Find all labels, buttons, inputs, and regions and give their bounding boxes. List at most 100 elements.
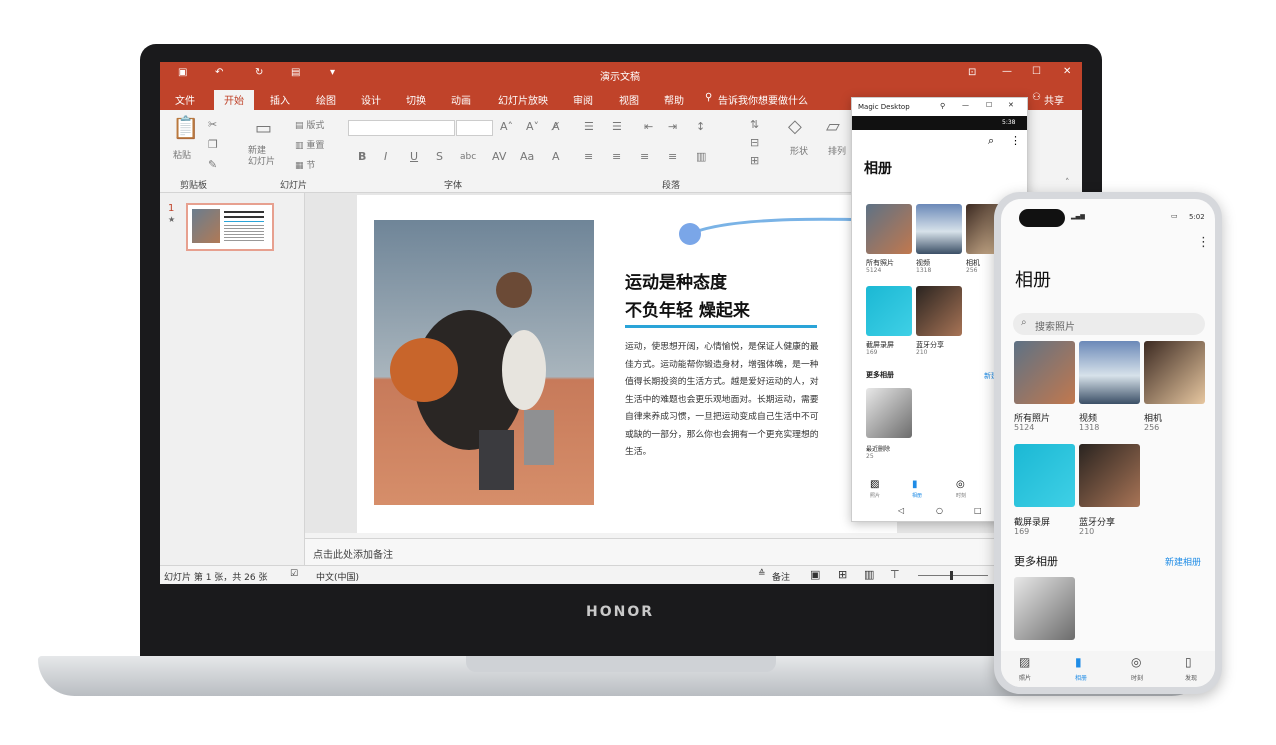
phone-nav-albums[interactable]: 相册 (1075, 673, 1087, 682)
minimize-icon[interactable]: — (1002, 66, 1012, 77)
tab-slideshow[interactable]: 幻灯片放映 (498, 92, 548, 107)
decrease-indent-icon[interactable]: ⇤ (644, 120, 653, 133)
language-status[interactable]: 中文(中国) (316, 570, 359, 583)
notes-toggle[interactable]: 备注 (772, 570, 790, 583)
magic-minimize-icon[interactable]: — (962, 101, 969, 109)
italic-icon[interactable]: I (384, 150, 387, 163)
paste-icon[interactable]: 📋 (172, 116, 199, 141)
font-name-select[interactable] (348, 120, 455, 136)
spellcheck-icon[interactable]: ☑ (290, 569, 298, 579)
close-icon[interactable]: ✕ (1063, 66, 1071, 77)
copy-icon[interactable]: ❐ (208, 138, 218, 151)
tab-draw[interactable]: 绘图 (316, 92, 336, 107)
section-button[interactable]: ▦ 节 (295, 158, 315, 171)
tab-design[interactable]: 设计 (361, 92, 381, 107)
tab-review[interactable]: 审阅 (573, 92, 593, 107)
tab-file[interactable]: 文件 (175, 92, 195, 107)
magic-album-all[interactable] (866, 204, 912, 254)
collapse-ribbon-icon[interactable]: ˄ (1065, 178, 1070, 188)
phone-moments-icon[interactable]: ◎ (1131, 655, 1141, 669)
albums-icon[interactable]: ▮ (912, 479, 918, 490)
tab-transitions[interactable]: 切换 (406, 92, 426, 107)
maximize-icon[interactable]: ☐ (1032, 66, 1041, 77)
share-button[interactable]: 共享 (1044, 92, 1064, 107)
grow-font-icon[interactable]: A˄ (500, 120, 513, 133)
phone-nav-discover[interactable]: 发现 (1185, 673, 1197, 682)
slideshow-view-icon[interactable]: ⊤ (890, 568, 900, 581)
line-spacing-icon[interactable]: ↕ (696, 120, 705, 133)
strikethrough-icon[interactable]: abc (460, 152, 476, 162)
bold-icon[interactable]: B (358, 150, 366, 163)
align-center-icon[interactable]: ≡ (612, 150, 621, 163)
magic-more-icon[interactable]: ⋮ (1010, 134, 1021, 147)
magic-album-video[interactable] (916, 204, 962, 254)
notes-pane[interactable]: 点击此处添加备注 (305, 538, 1082, 566)
tab-help[interactable]: 帮助 (664, 92, 684, 107)
redo-icon[interactable]: ↻ (255, 67, 263, 78)
char-spacing-icon[interactable]: AV (492, 150, 506, 163)
font-size-select[interactable] (456, 120, 493, 136)
photos-icon[interactable]: ▨ (870, 479, 879, 490)
magic-nav-moments[interactable]: 时刻 (956, 492, 966, 499)
reset-button[interactable]: ▥ 重置 (295, 138, 324, 151)
format-painter-icon[interactable]: ✎ (208, 158, 217, 171)
smartart-icon[interactable]: ⊞ (750, 154, 759, 167)
moments-icon[interactable]: ◎ (956, 479, 965, 490)
notes-icon[interactable]: ≙ (758, 569, 766, 579)
ribbon-display-icon[interactable]: ⊡ (968, 67, 976, 78)
magic-nav-photos[interactable]: 照片 (870, 492, 880, 499)
phone-album-all[interactable] (1014, 341, 1075, 404)
numbering-icon[interactable]: ☰ (612, 120, 622, 133)
phone-nav-photos[interactable]: 照片 (1019, 673, 1031, 682)
align-right-icon[interactable]: ≡ (640, 150, 649, 163)
increase-indent-icon[interactable]: ⇥ (668, 120, 677, 133)
magic-maximize-icon[interactable]: ☐ (986, 101, 992, 109)
layout-button[interactable]: ▤ 版式 (295, 118, 324, 131)
phone-album-camera[interactable] (1144, 341, 1205, 404)
tab-insert[interactable]: 插入 (270, 92, 290, 107)
back-icon[interactable]: ◁ (898, 506, 904, 515)
font-color-icon[interactable]: A (552, 150, 560, 163)
magic-album-screenshots[interactable] (866, 286, 912, 336)
shrink-font-icon[interactable]: A˅ (526, 120, 539, 133)
clear-format-icon[interactable]: A̸ (552, 120, 560, 133)
justify-icon[interactable]: ≡ (668, 150, 677, 163)
tab-animations[interactable]: 动画 (451, 92, 471, 107)
phone-discover-icon[interactable]: ▯ (1185, 655, 1192, 669)
zoom-slider[interactable] (918, 575, 988, 576)
magic-album-deleted[interactable] (866, 388, 912, 438)
tab-view[interactable]: 视图 (619, 92, 639, 107)
bullets-icon[interactable]: ☰ (584, 120, 594, 133)
customize-icon[interactable]: ▾ (330, 67, 335, 78)
pin-icon[interactable]: ⚲ (940, 102, 945, 110)
magic-album-bluetooth[interactable] (916, 286, 962, 336)
share-icon[interactable]: ⚇ (1032, 92, 1041, 103)
phone-new-album-button[interactable]: 新建相册 (1165, 555, 1201, 568)
shapes-icon[interactable]: ◇ (788, 116, 802, 137)
phone-album-screenshots[interactable] (1014, 444, 1075, 507)
home-icon[interactable]: ○ (936, 506, 943, 515)
phone-album-video[interactable] (1079, 341, 1140, 404)
save-icon[interactable]: ▣ (178, 67, 187, 78)
phone-nav-moments[interactable]: 时刻 (1131, 673, 1143, 682)
phone-album-bluetooth[interactable] (1079, 444, 1140, 507)
underline-icon[interactable]: U (410, 150, 418, 163)
phone-albums-icon[interactable]: ▮ (1075, 655, 1082, 669)
reading-view-icon[interactable]: ▥ (864, 568, 874, 581)
recents-icon[interactable]: □ (974, 506, 982, 515)
phone-more-icon[interactable]: ⋮ (1197, 235, 1210, 250)
magic-nav-albums[interactable]: 相册 (912, 492, 922, 499)
zoom-slider-thumb[interactable] (950, 571, 953, 580)
cut-icon[interactable]: ✂ (208, 118, 217, 131)
align-left-icon[interactable]: ≡ (584, 150, 593, 163)
magic-search-icon[interactable]: ⌕ (988, 134, 994, 148)
normal-view-icon[interactable]: ▣ (810, 568, 820, 581)
shadow-icon[interactable]: S (436, 150, 443, 163)
present-icon[interactable]: ▤ (291, 67, 300, 78)
align-text-icon[interactable]: ⊟ (750, 136, 759, 149)
columns-icon[interactable]: ▥ (696, 150, 706, 163)
arrange-icon[interactable]: ▱ (826, 116, 840, 137)
phone-album-deleted[interactable] (1014, 577, 1075, 640)
sorter-view-icon[interactable]: ⊞ (838, 568, 847, 581)
new-slide-icon[interactable]: ▭ (255, 118, 272, 139)
